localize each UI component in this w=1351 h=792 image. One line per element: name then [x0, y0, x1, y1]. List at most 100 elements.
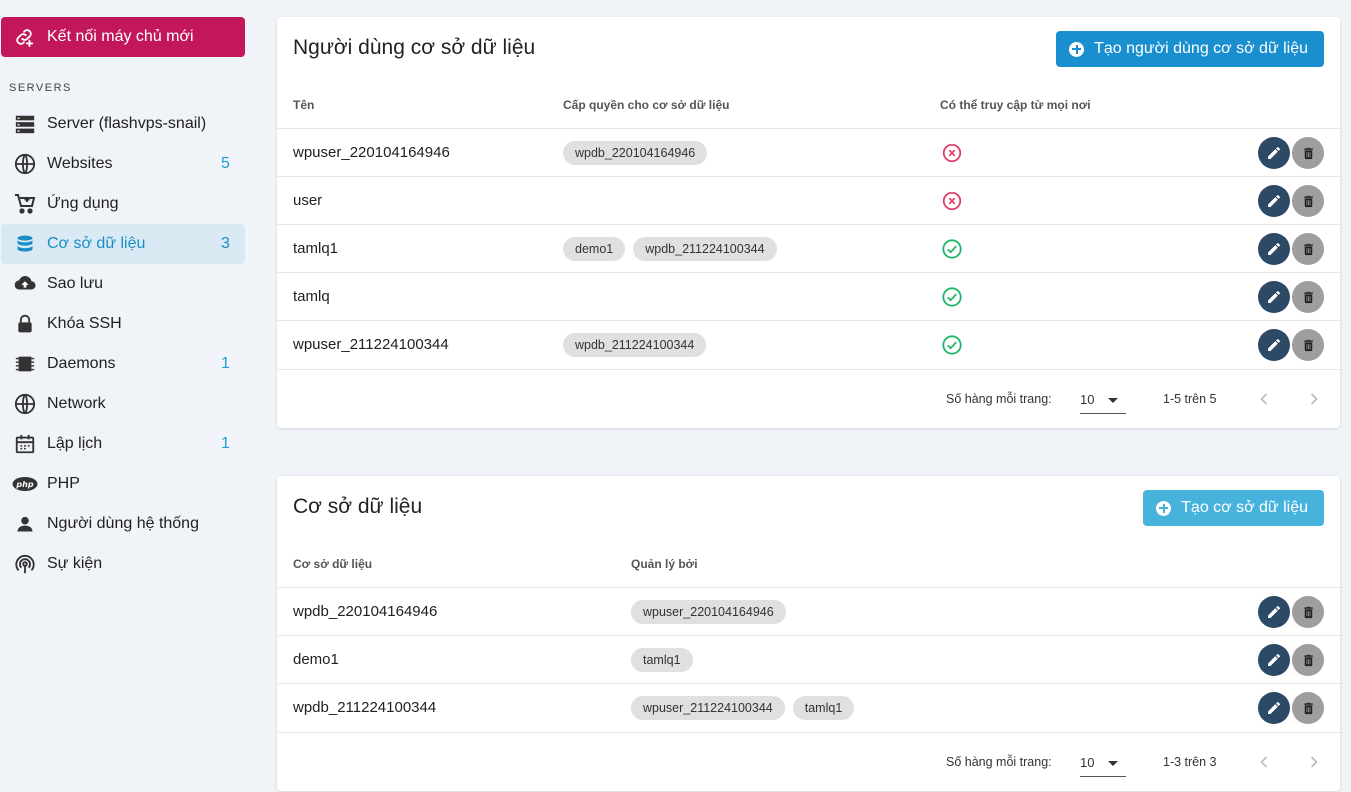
- edit-button[interactable]: [1258, 329, 1290, 361]
- sidebar-item-3[interactable]: Ứng dụng: [1, 184, 245, 224]
- cloud-upload-icon: [1, 273, 47, 295]
- plus-circle-icon: [1069, 41, 1085, 57]
- sidebar-item-4[interactable]: Cơ sở dữ liệu 3: [1, 224, 245, 264]
- column-header-grants[interactable]: Cấp quyền cho cơ sở dữ liệu: [563, 98, 729, 112]
- column-header-database[interactable]: Cơ sở dữ liệu: [293, 557, 372, 571]
- delete-button[interactable]: [1292, 644, 1324, 676]
- trash-icon: [1301, 194, 1316, 209]
- user-name: tamlq: [293, 288, 330, 305]
- trash-icon: [1301, 290, 1316, 305]
- edit-button[interactable]: [1258, 596, 1290, 628]
- pencil-icon: [1266, 145, 1282, 161]
- sidebar-item-label: Cơ sở dữ liệu: [47, 235, 146, 252]
- database-name: wpdb_211224100344: [293, 699, 437, 716]
- sidebar-item-2[interactable]: Websites 5: [1, 144, 245, 184]
- column-header-managed-by[interactable]: Quản lý bởi: [631, 557, 698, 571]
- next-page-icon[interactable]: [1304, 752, 1324, 772]
- database-chip[interactable]: wpdb_220104164946: [563, 141, 708, 165]
- edit-button[interactable]: [1258, 692, 1290, 724]
- sidebar-item-label: Sao lưu: [47, 275, 104, 292]
- database-users-title: Người dùng cơ sở dữ liệu: [293, 36, 536, 59]
- create-database-user-label: Tạo người dùng cơ sở dữ liệu: [1094, 40, 1308, 57]
- edit-button[interactable]: [1258, 281, 1290, 313]
- table-row: demo1 tamlq1: [277, 635, 1340, 683]
- table-row: wpdb_220104164946 wpuser_220104164946: [277, 587, 1340, 635]
- chip-icon: [1, 353, 47, 375]
- create-database-user-button[interactable]: Tạo người dùng cơ sở dữ liệu: [1056, 31, 1324, 67]
- edit-button[interactable]: [1258, 185, 1290, 217]
- sidebar-item-label: Người dùng hệ thống: [47, 515, 199, 532]
- sidebar-item-5[interactable]: Sao lưu: [1, 264, 245, 304]
- column-header-name[interactable]: Tên: [293, 98, 314, 112]
- delete-button[interactable]: [1292, 137, 1324, 169]
- delete-button[interactable]: [1292, 596, 1324, 628]
- plus-circle-icon: [1156, 500, 1172, 516]
- sidebar-item-label: Lập lịch: [47, 435, 103, 452]
- edit-button[interactable]: [1258, 644, 1290, 676]
- sidebar-item-12[interactable]: Sự kiện: [1, 544, 245, 584]
- user-chip[interactable]: wpuser_211224100344: [631, 696, 785, 720]
- rows-per-page-select[interactable]: 10: [1080, 747, 1126, 777]
- delete-button[interactable]: [1292, 329, 1324, 361]
- user-chip[interactable]: tamlq1: [792, 696, 855, 720]
- server-icon: [1, 113, 47, 135]
- create-database-button[interactable]: Tạo cơ sở dữ liệu: [1143, 490, 1324, 526]
- connect-new-server-button[interactable]: Kết nối máy chủ mới: [1, 17, 245, 57]
- check-circle-icon: [941, 238, 963, 260]
- sidebar-item-10[interactable]: php PHP: [1, 464, 245, 504]
- link-add-icon: [1, 26, 47, 48]
- column-header-remote-access[interactable]: Có thể truy cập từ mọi nơi: [940, 98, 1091, 112]
- prev-page-icon[interactable]: [1254, 389, 1274, 409]
- lock-icon: [1, 313, 47, 335]
- calendar-icon: [1, 433, 47, 455]
- grants-list: demo1 wpdb_211224100344: [563, 237, 777, 261]
- x-circle-icon: [941, 142, 963, 164]
- sidebar-item-7[interactable]: Daemons 1: [1, 344, 245, 384]
- sidebar-item-label: Ứng dụng: [47, 195, 119, 212]
- check-circle-icon: [941, 334, 963, 356]
- database-chip[interactable]: demo1: [563, 237, 626, 261]
- table-row: tamlq1 demo1 wpdb_211224100344: [277, 224, 1340, 272]
- database-chip[interactable]: wpdb_211224100344: [633, 237, 777, 261]
- managers-list: wpuser_211224100344 tamlq1: [631, 696, 855, 720]
- table-row: wpdb_211224100344 wpuser_211224100344 taml…: [277, 683, 1340, 731]
- sidebar-item-1[interactable]: Server (flashvps-snail): [1, 104, 245, 144]
- delete-button[interactable]: [1292, 233, 1324, 265]
- database-icon: [1, 233, 47, 255]
- rows-per-page-select[interactable]: 10: [1080, 384, 1126, 414]
- user-name: user: [293, 192, 323, 209]
- user-chip[interactable]: wpuser_220104164946: [631, 600, 786, 624]
- pencil-icon: [1266, 604, 1282, 620]
- sidebar-item-9[interactable]: Lập lịch 1: [1, 424, 245, 464]
- database-users-card: Người dùng cơ sở dữ liệu Tạo người dùng …: [277, 17, 1340, 428]
- prev-page-icon[interactable]: [1254, 752, 1274, 772]
- sidebar-item-8[interactable]: Network: [1, 384, 245, 424]
- table-row: tamlq: [277, 272, 1340, 320]
- database-name: demo1: [293, 651, 339, 668]
- broadcast-icon: [1, 553, 47, 575]
- sidebar-item-count: 3: [221, 235, 230, 252]
- managers-list: wpuser_220104164946: [631, 600, 786, 624]
- user-chip[interactable]: tamlq1: [631, 648, 693, 672]
- next-page-icon[interactable]: [1304, 389, 1324, 409]
- grants-list: wpdb_211224100344: [563, 333, 707, 357]
- table-row: wpuser_220104164946 wpdb_220104164946: [277, 128, 1340, 176]
- sidebar-item-6[interactable]: Khóa SSH: [1, 304, 245, 344]
- delete-button[interactable]: [1292, 281, 1324, 313]
- edit-button[interactable]: [1258, 137, 1290, 169]
- trash-icon: [1301, 701, 1316, 716]
- pagination-range: 1-5 trên 5: [1163, 392, 1217, 406]
- globe-icon: [1, 393, 47, 415]
- database-chip[interactable]: wpdb_211224100344: [563, 333, 707, 357]
- user-name: wpuser_211224100344: [293, 336, 449, 353]
- edit-button[interactable]: [1258, 233, 1290, 265]
- rows-per-page-value: 10: [1080, 755, 1095, 770]
- delete-button[interactable]: [1292, 185, 1324, 217]
- servers-heading: SERVERS: [9, 82, 72, 94]
- cart-icon: [1, 192, 47, 216]
- delete-button[interactable]: [1292, 692, 1324, 724]
- table-row: user: [277, 176, 1340, 224]
- pencil-icon: [1266, 241, 1282, 257]
- sidebar-item-label: PHP: [47, 475, 80, 492]
- sidebar-item-11[interactable]: Người dùng hệ thống: [1, 504, 245, 544]
